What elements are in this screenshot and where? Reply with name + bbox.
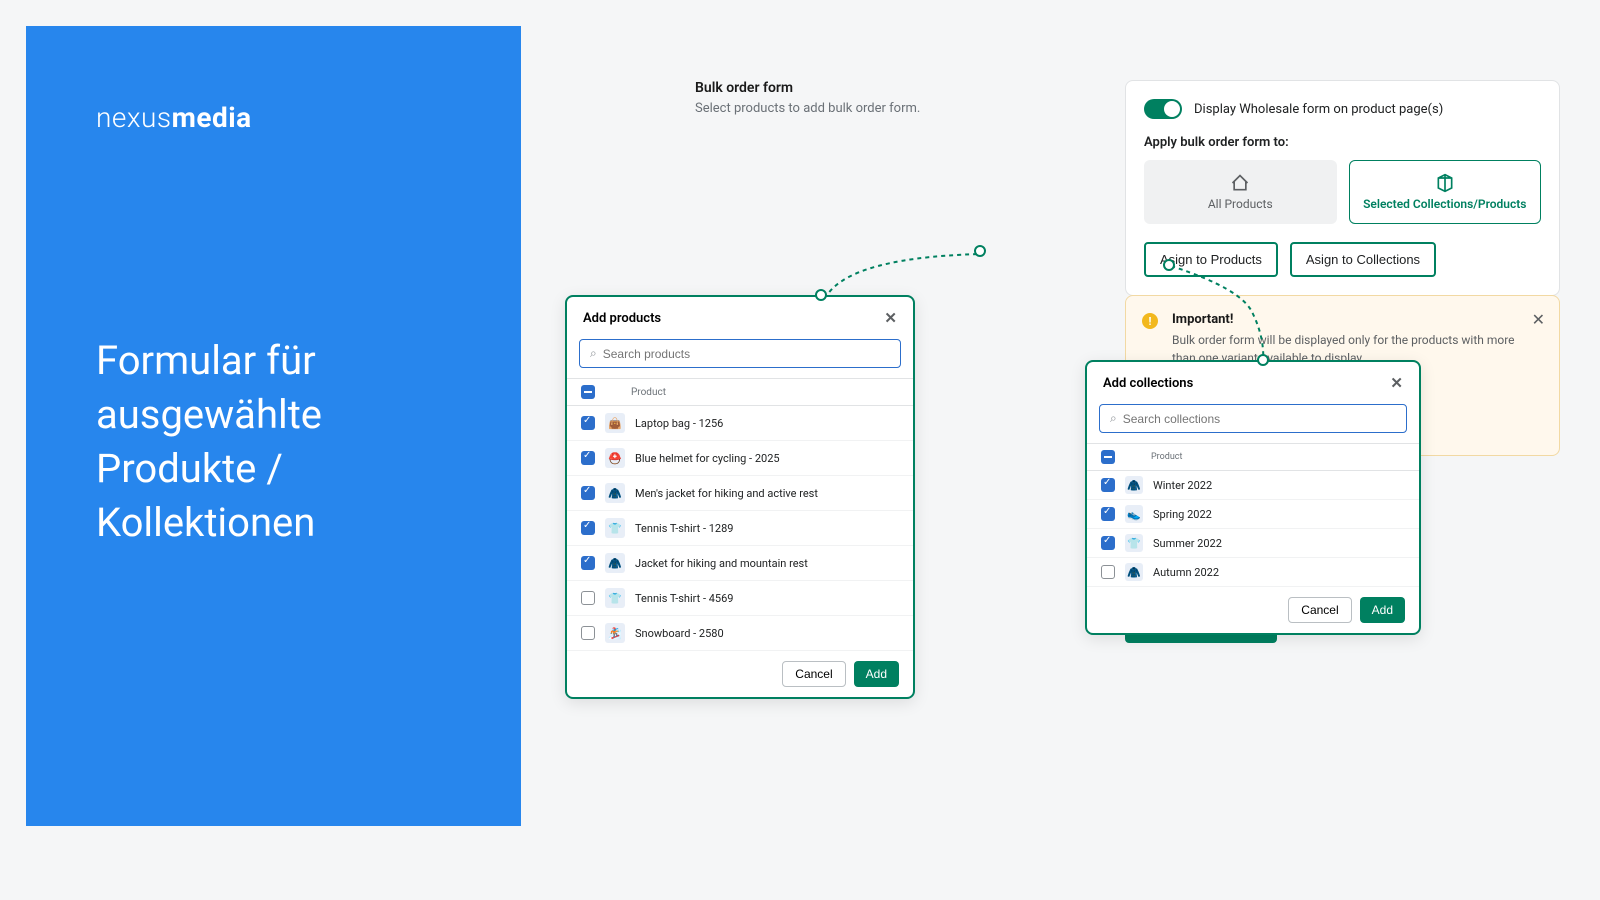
row-name: Jacket for hiking and mountain rest <box>635 557 808 570</box>
search-box: ⌕ <box>1099 404 1407 433</box>
option-row: All Products Selected Collections/Produc… <box>1144 160 1541 224</box>
product-thumbnail: 🧥 <box>1125 476 1143 494</box>
row-name: Snowboard - 2580 <box>635 627 724 640</box>
row-checkbox[interactable] <box>1101 565 1115 579</box>
row-checkbox[interactable] <box>581 626 595 640</box>
list-row[interactable]: 🧥 Winter 2022 <box>1087 471 1419 500</box>
row-name: Blue helmet for cycling - 2025 <box>635 452 780 465</box>
search-input[interactable] <box>1123 412 1396 426</box>
column-header: Product <box>631 387 666 398</box>
list-row[interactable]: ⛑️ Blue helmet for cycling - 2025 <box>567 441 913 476</box>
warning-icon: ! <box>1142 313 1158 329</box>
row-name: Tennis T-shirt - 1289 <box>635 522 733 535</box>
list-row[interactable]: 👟 Spring 2022 <box>1087 500 1419 529</box>
row-name: Winter 2022 <box>1153 479 1212 492</box>
modal-title: Add products <box>583 311 661 326</box>
list-header: Product <box>567 378 913 406</box>
list-row[interactable]: 👜 Laptop bag - 1256 <box>567 406 913 441</box>
add-collections-modal: Add collections ✕ ⌕ Product 🧥 Winter 2022… <box>1085 360 1421 635</box>
connector-dot <box>815 289 827 301</box>
search-box: ⌕ <box>579 339 901 368</box>
row-name: Spring 2022 <box>1153 508 1212 521</box>
brand-logo: nexusmedia <box>96 101 451 134</box>
list-row[interactable]: 👕 Summer 2022 <box>1087 529 1419 558</box>
list-row[interactable]: 👕 Tennis T-shirt - 1289 <box>567 511 913 546</box>
product-thumbnail: ⛑️ <box>605 448 625 468</box>
product-thumbnail: 👕 <box>1125 534 1143 552</box>
wholesale-card: Display Wholesale form on product page(s… <box>1125 80 1560 296</box>
collections-list: 🧥 Winter 2022 👟 Spring 2022 👕 Summer 2022 🧥 Aut… <box>1087 471 1419 587</box>
option-label: All Products <box>1153 197 1328 211</box>
option-all-products[interactable]: All Products <box>1144 160 1337 224</box>
add-products-modal: Add products ✕ ⌕ Product 👜 Laptop bag - 1… <box>565 295 915 699</box>
select-all-checkbox[interactable] <box>581 385 595 399</box>
assign-collections-button[interactable]: Asign to Collections <box>1290 242 1436 277</box>
add-button[interactable]: Add <box>854 661 899 687</box>
modal-footer: Cancel Add <box>567 651 913 697</box>
row-checkbox[interactable] <box>581 521 595 535</box>
row-name: Men's jacket for hiking and active rest <box>635 487 818 500</box>
list-row[interactable]: 🏂 Snowboard - 2580 <box>567 616 913 651</box>
product-thumbnail: 👟 <box>1125 505 1143 523</box>
cancel-button[interactable]: Cancel <box>782 661 845 687</box>
row-checkbox[interactable] <box>581 591 595 605</box>
alert-title: Important! <box>1172 312 1519 327</box>
row-name: Laptop bag - 1256 <box>635 417 723 430</box>
row-checkbox[interactable] <box>1101 507 1115 521</box>
add-button[interactable]: Add <box>1360 597 1405 623</box>
modal-header: Add products ✕ <box>567 297 913 339</box>
list-row[interactable]: 🧥 Autumn 2022 <box>1087 558 1419 587</box>
brand-light: nexus <box>96 101 172 134</box>
option-label: Selected Collections/Products <box>1358 197 1533 211</box>
product-thumbnail: 🧥 <box>605 553 625 573</box>
row-checkbox[interactable] <box>581 556 595 570</box>
promo-panel: nexusmedia Formular für ausgewählte Prod… <box>26 26 521 826</box>
row-name: Summer 2022 <box>1153 537 1222 550</box>
row-name: Tennis T-shirt - 4569 <box>635 592 733 605</box>
product-thumbnail: 👕 <box>605 518 625 538</box>
row-checkbox[interactable] <box>1101 478 1115 492</box>
promo-headline: Formular für ausgewählte Produkte / Koll… <box>96 334 451 550</box>
product-thumbnail: 🏂 <box>605 623 625 643</box>
product-thumbnail: 👕 <box>605 588 625 608</box>
modal-header: Add collections ✕ <box>1087 362 1419 404</box>
product-thumbnail: 🧥 <box>605 483 625 503</box>
row-name: Autumn 2022 <box>1153 566 1219 579</box>
close-icon[interactable]: ✕ <box>884 309 897 327</box>
connector-dot <box>1257 354 1269 366</box>
search-icon: ⌕ <box>1110 411 1117 426</box>
assign-row: Asign to Products Asign to Collections <box>1144 242 1541 277</box>
close-icon[interactable]: ✕ <box>1390 374 1403 392</box>
home-icon <box>1230 173 1250 193</box>
toggle-row: Display Wholesale form on product page(s… <box>1144 99 1541 119</box>
alert-close-button[interactable]: ✕ <box>1532 310 1545 329</box>
row-checkbox[interactable] <box>581 451 595 465</box>
search-icon: ⌕ <box>590 346 597 361</box>
products-list: 👜 Laptop bag - 1256 ⛑️ Blue helmet for cycl… <box>567 406 913 651</box>
list-row[interactable]: 🧥 Jacket for hiking and mountain rest <box>567 546 913 581</box>
cancel-button[interactable]: Cancel <box>1288 597 1351 623</box>
product-thumbnail: 🧥 <box>1125 563 1143 581</box>
modal-footer: Cancel Add <box>1087 587 1419 633</box>
brand-bold: media <box>172 101 252 134</box>
product-thumbnail: 👜 <box>605 413 625 433</box>
list-row[interactable]: 👕 Tennis T-shirt - 4569 <box>567 581 913 616</box>
list-header: Product <box>1087 443 1419 471</box>
row-checkbox[interactable] <box>581 486 595 500</box>
settings-area: Bulk order form Select products to add b… <box>695 80 1560 116</box>
package-icon <box>1435 173 1455 193</box>
column-header: Product <box>1151 452 1182 462</box>
modal-title: Add collections <box>1103 376 1193 391</box>
row-checkbox[interactable] <box>581 416 595 430</box>
apply-label: Apply bulk order form to: <box>1144 135 1541 150</box>
list-row[interactable]: 🧥 Men's jacket for hiking and active rest <box>567 476 913 511</box>
select-all-checkbox[interactable] <box>1101 450 1115 464</box>
row-checkbox[interactable] <box>1101 536 1115 550</box>
connector-dot <box>1163 259 1175 271</box>
toggle-label: Display Wholesale form on product page(s… <box>1194 102 1443 117</box>
connector-dot <box>974 245 986 257</box>
option-selected-products[interactable]: Selected Collections/Products <box>1349 160 1542 224</box>
search-input[interactable] <box>603 347 890 361</box>
display-wholesale-toggle[interactable] <box>1144 99 1182 119</box>
